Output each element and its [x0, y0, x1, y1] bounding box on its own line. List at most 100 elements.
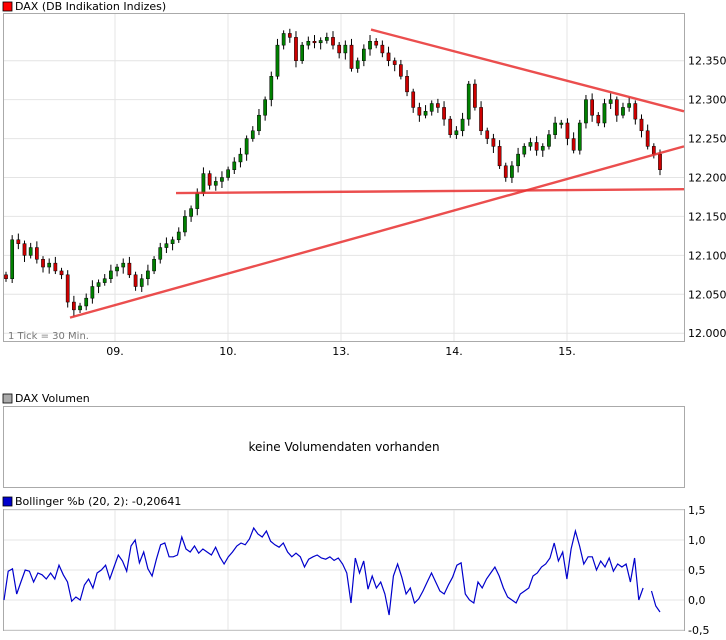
- candle-body: [479, 107, 483, 132]
- candle-body: [614, 99, 619, 116]
- candle-body: [133, 274, 138, 287]
- candle-body: [584, 99, 588, 124]
- candle-body: [485, 130, 490, 139]
- candle-body: [257, 114, 261, 132]
- candle-body: [528, 142, 533, 147]
- candle-body: [294, 37, 298, 61]
- candle-body: [392, 60, 397, 65]
- candle-body: [78, 305, 82, 311]
- indicator-y-tick-label: -0,5: [688, 624, 709, 637]
- price-legend: DAX (DB Indikation Indizes): [15, 0, 166, 13]
- candle-body: [337, 44, 342, 54]
- candle-body: [312, 41, 317, 44]
- candle-body: [540, 146, 545, 151]
- candle-body: [627, 103, 632, 108]
- candle-body: [90, 286, 95, 299]
- candle-body: [405, 76, 409, 93]
- indicator-y-tick-label: 0,0: [688, 594, 706, 607]
- candle-body: [633, 103, 638, 120]
- indicator-y-tick-label: 1,5: [688, 504, 706, 517]
- indicator-legend: Bollinger %b (20, 2): -0,20641: [15, 495, 181, 508]
- x-tick-label: 10.: [219, 345, 237, 358]
- candle-body: [109, 270, 113, 279]
- candle-body: [565, 122, 570, 139]
- price-x-ticks: 09. 10. 13. 14. 15.: [106, 345, 576, 358]
- candle-body: [121, 262, 126, 268]
- candle-body: [287, 33, 292, 38]
- candle-body: [497, 146, 502, 167]
- candle-body: [503, 165, 508, 178]
- candle-body: [164, 243, 169, 248]
- candle-body: [281, 33, 286, 46]
- candle-body: [183, 216, 187, 233]
- candle-body: [250, 130, 255, 139]
- candle-body: [559, 122, 564, 125]
- candle-body: [571, 138, 576, 151]
- indicator-y-tick-label: 1,0: [688, 534, 706, 547]
- candle-body: [658, 153, 662, 170]
- candle-body: [639, 118, 644, 132]
- y-tick-label: 12.150: [688, 210, 726, 223]
- y-tick-label: 12.250: [688, 133, 726, 146]
- candle-body: [386, 52, 391, 61]
- candle-body: [361, 48, 366, 61]
- candle-body: [127, 262, 132, 276]
- candle-body: [226, 169, 230, 178]
- candle-body: [343, 44, 348, 54]
- candle-body: [522, 146, 527, 155]
- candle-body: [22, 243, 27, 256]
- candle-body: [399, 64, 403, 77]
- candle-body: [596, 114, 601, 124]
- price-y-ticks: 12.000 12.050 12.100 12.150 12.200 12.250 12.3…: [688, 55, 726, 341]
- candle-body: [10, 239, 15, 279]
- candle-body: [645, 130, 650, 147]
- candle-body: [139, 278, 144, 287]
- candle-body: [429, 103, 434, 112]
- candle-body: [232, 161, 237, 170]
- candle-body: [380, 44, 385, 54]
- price-legend-swatch: [2, 1, 13, 12]
- candle-body: [306, 41, 311, 46]
- candle-body: [448, 118, 453, 135]
- candle-body: [213, 181, 218, 186]
- candle-body: [158, 247, 163, 260]
- candle-body: [53, 262, 58, 272]
- candle-body: [300, 44, 305, 61]
- candle-body: [59, 270, 64, 276]
- candle-body: [16, 239, 21, 244]
- candle-body: [374, 41, 379, 46]
- candle-body: [72, 301, 76, 311]
- y-tick-label: 12.100: [688, 249, 726, 262]
- candle-body: [28, 247, 33, 256]
- candle-body: [195, 192, 200, 209]
- candle-body: [201, 173, 206, 194]
- candle-body: [608, 99, 613, 104]
- candle-body: [553, 122, 557, 135]
- candle-body: [324, 37, 329, 41]
- candle-body: [189, 208, 193, 217]
- candle-body: [47, 262, 52, 268]
- candle-body: [244, 138, 249, 155]
- candle-body: [454, 130, 459, 135]
- x-tick-label: 09.: [106, 345, 124, 358]
- indicator-y-tick-label: 0,5: [688, 564, 706, 577]
- x-tick-label: 14.: [445, 345, 463, 358]
- candle-body: [176, 231, 181, 241]
- candle-body: [466, 83, 471, 120]
- y-tick-label: 12.000: [688, 327, 726, 340]
- candle-body: [84, 297, 89, 307]
- candle-body: [534, 142, 539, 151]
- candle-body: [34, 247, 39, 260]
- x-tick-label: 15.: [558, 345, 576, 358]
- candle-body: [238, 153, 243, 163]
- candle-body: [115, 266, 119, 272]
- candle-body: [263, 99, 267, 116]
- candle-body: [220, 177, 224, 182]
- candle-body: [436, 103, 440, 108]
- candle-body: [411, 91, 416, 108]
- y-tick-label: 12.200: [688, 172, 726, 185]
- candle-body: [577, 122, 582, 151]
- candle-body: [146, 270, 150, 279]
- candle-body: [516, 153, 520, 167]
- candle-body: [368, 41, 372, 50]
